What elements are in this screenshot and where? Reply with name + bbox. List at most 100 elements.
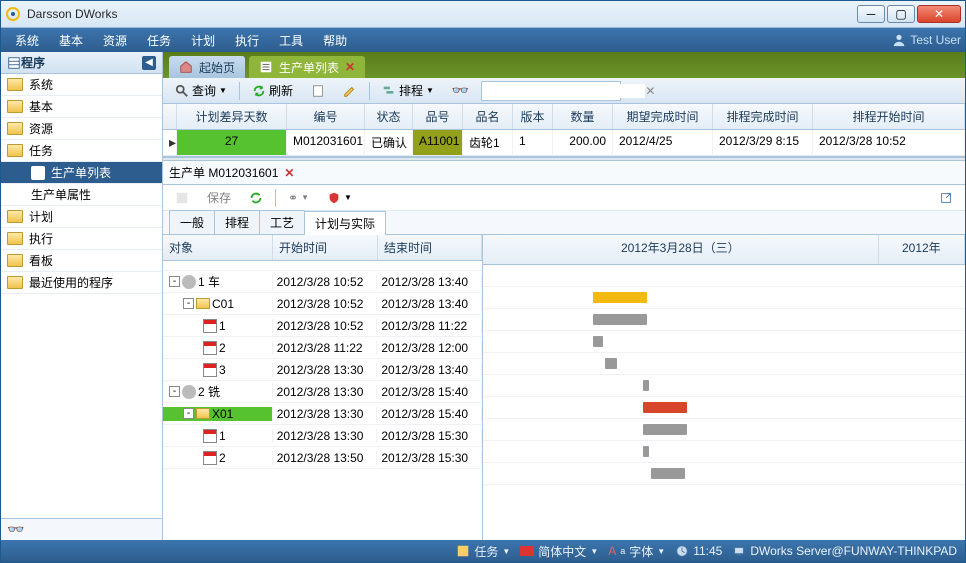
folder-icon [7, 122, 23, 135]
expand-icon[interactable]: - [169, 276, 180, 287]
tree-row[interactable]: 22012/3/28 13:502012/3/28 15:30 [163, 447, 482, 469]
gear-icon [182, 275, 196, 289]
minimize-button[interactable]: ─ [857, 5, 885, 23]
gantt-bar[interactable] [593, 292, 647, 303]
gantt-bar[interactable] [593, 336, 603, 347]
tree-label: X01 [212, 407, 233, 421]
tree-row[interactable]: 12012/3/28 13:302012/3/28 15:30 [163, 425, 482, 447]
col-want[interactable]: 期望完成时间 [613, 104, 713, 129]
subtab-plan-actual[interactable]: 计划与实际 [304, 211, 386, 235]
col-item[interactable]: 品号 [413, 104, 463, 129]
tree-start: 2012/3/28 13:30 [273, 407, 378, 421]
subtab-schedule[interactable]: 排程 [214, 210, 260, 234]
sidebar-item-5[interactable]: 生产单属性 [1, 184, 162, 206]
status-lang[interactable]: 简体中文▼ [520, 543, 598, 560]
menu-tools[interactable]: 工具 [269, 32, 313, 49]
expand-icon[interactable]: - [169, 386, 180, 397]
subtab-process[interactable]: 工艺 [259, 210, 305, 234]
tree-row[interactable]: - 1 车2012/3/28 10:522012/3/28 13:40 [163, 271, 482, 293]
tab-start[interactable]: 起始页 [169, 56, 245, 78]
tab-close-icon[interactable]: ✕ [345, 60, 355, 74]
tree-row[interactable]: - C012012/3/28 10:522012/3/28 13:40 [163, 293, 482, 315]
expand-icon[interactable]: - [183, 298, 194, 309]
close-button[interactable]: ✕ [917, 5, 961, 23]
expand-icon[interactable]: - [183, 408, 194, 419]
popout-icon[interactable] [933, 189, 959, 207]
col-qty[interactable]: 数量 [553, 104, 613, 129]
sidebar-item-label: 生产单属性 [31, 186, 91, 203]
tree-row[interactable]: - 2 铣2012/3/28 13:302012/3/28 15:40 [163, 381, 482, 403]
sidebar-item-8[interactable]: 看板 [1, 250, 162, 272]
gantt-row [483, 463, 965, 485]
search-button[interactable]: 查询 ▼ [169, 80, 233, 101]
cell-item: A11001 [413, 130, 463, 155]
tab-production-list[interactable]: 生产单列表 ✕ [249, 56, 365, 78]
col-sstart[interactable]: 排程开始时间 [813, 104, 965, 129]
sidebar-item-3[interactable]: 任务 [1, 140, 162, 162]
clear-search-icon[interactable]: ✕ [645, 84, 655, 98]
sidebar-collapse-button[interactable]: ◀ [142, 56, 156, 70]
tree-row[interactable]: 22012/3/28 11:222012/3/28 12:00 [163, 337, 482, 359]
col-no[interactable]: 编号 [287, 104, 365, 129]
detail-close-icon[interactable]: ✕ [284, 166, 294, 180]
window-title: Darsson DWorks [27, 7, 855, 21]
gantt-bar[interactable] [643, 424, 687, 435]
toolbar: 查询 ▼ 刷新 排程 ▼ 👓 ✕ [163, 78, 965, 104]
sidebar-item-6[interactable]: 计划 [1, 206, 162, 228]
gantt-panel[interactable]: 2012年3月28日（三） 2012年 [483, 235, 965, 540]
sidebar-item-2[interactable]: 资源 [1, 118, 162, 140]
shield-icon[interactable]: ▼ [321, 189, 358, 207]
edit-icon[interactable] [337, 82, 363, 100]
user-label[interactable]: Test User [892, 33, 961, 47]
menu-execute[interactable]: 执行 [225, 32, 269, 49]
sidebar-item-0[interactable]: 系统 [1, 74, 162, 96]
sidebar-item-label: 系统 [29, 76, 53, 93]
refresh-detail-icon[interactable] [243, 189, 269, 207]
menu-system[interactable]: 系统 [5, 32, 49, 49]
gantt-bar[interactable] [643, 446, 649, 457]
menu-basic[interactable]: 基本 [49, 32, 93, 49]
sidebar-item-9[interactable]: 最近使用的程序 [1, 272, 162, 294]
subtab-general[interactable]: 一般 [169, 210, 215, 234]
search-input[interactable] [482, 84, 645, 98]
gantt-bar[interactable] [651, 468, 685, 479]
tree-end: 2012/3/28 15:40 [377, 385, 482, 399]
tree-label: 1 车 [198, 273, 220, 290]
menu-resource[interactable]: 资源 [93, 32, 137, 49]
tree-start: 2012/3/28 10:52 [273, 319, 378, 333]
menu-help[interactable]: 帮助 [313, 32, 357, 49]
app-icon [5, 6, 21, 22]
save-disabled-icon [169, 189, 195, 207]
col-status[interactable]: 状态 [365, 104, 413, 129]
col-ver[interactable]: 版本 [513, 104, 553, 129]
new-icon[interactable] [305, 82, 331, 100]
binoculars-icon[interactable]: 👓 [7, 521, 24, 538]
status-font[interactable]: Aa字体▼ [608, 543, 665, 560]
cal-icon [203, 363, 217, 377]
refresh-button[interactable]: 刷新 [246, 80, 299, 101]
menu-task[interactable]: 任务 [137, 32, 181, 49]
col-name[interactable]: 品名 [463, 104, 513, 129]
folder-icon [7, 276, 23, 289]
sidebar-item-4[interactable]: 生产单列表 [1, 162, 162, 184]
gantt-bar[interactable] [605, 358, 617, 369]
col-send[interactable]: 排程完成时间 [713, 104, 813, 129]
gantt-bar[interactable] [643, 380, 649, 391]
tree-row[interactable]: 32012/3/28 13:302012/3/28 13:40 [163, 359, 482, 381]
schedule-button[interactable]: 排程 ▼ [376, 80, 440, 101]
binoculars-icon[interactable]: 👓 [446, 80, 475, 101]
sidebar-item-1[interactable]: 基本 [1, 96, 162, 118]
grid-row[interactable]: ▸ 27 M012031601 已确认 A11001 齿轮1 1 200.00 … [163, 130, 965, 156]
tree-row[interactable]: - X012012/3/28 13:302012/3/28 15:40 [163, 403, 482, 425]
maximize-button[interactable]: ▢ [887, 5, 915, 23]
sidebar-item-7[interactable]: 执行 [1, 228, 162, 250]
sidebar-item-label: 任务 [29, 142, 53, 159]
gantt-bar[interactable] [643, 402, 687, 413]
status-task[interactable]: 任务▼ [456, 543, 510, 560]
col-diff[interactable]: 计划差异天数 [177, 104, 287, 129]
sidebar-item-label: 资源 [29, 120, 53, 137]
gantt-bar[interactable] [593, 314, 647, 325]
tree-row[interactable]: 12012/3/28 10:522012/3/28 11:22 [163, 315, 482, 337]
menu-plan[interactable]: 计划 [181, 32, 225, 49]
sidebar-header: 程序 ◀ [1, 52, 162, 74]
